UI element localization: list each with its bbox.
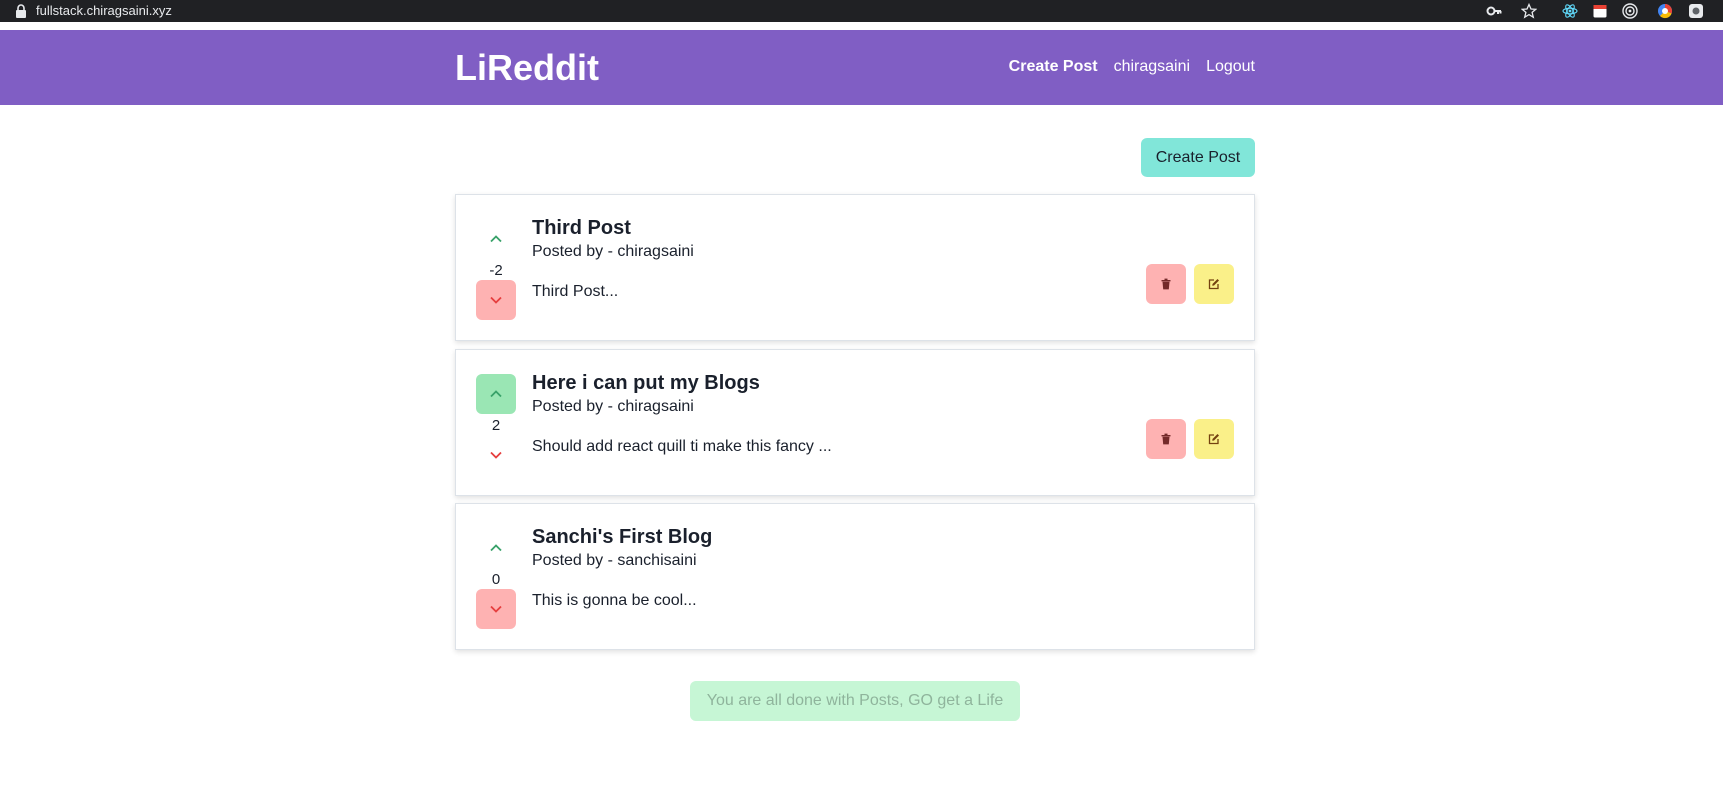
edit-icon xyxy=(1208,279,1219,290)
color-picker-icon[interactable] xyxy=(1657,3,1673,19)
post-author: Posted by - chiragsaini xyxy=(532,398,694,415)
edit-icon xyxy=(1208,434,1219,445)
all-done-button: You are all done with Posts, GO get a Li… xyxy=(690,681,1020,721)
key-icon[interactable] xyxy=(1486,3,1502,19)
chevron-down-icon xyxy=(490,451,502,459)
downvote-button[interactable] xyxy=(476,280,516,320)
navbar: LiReddit Create Post chiragsaini Logout xyxy=(0,30,1723,105)
nav-create-post-link[interactable]: Create Post xyxy=(1009,58,1098,76)
vote-count: 2 xyxy=(491,417,501,434)
chevron-up-icon xyxy=(490,235,502,243)
star-icon[interactable] xyxy=(1521,3,1537,19)
extension-icon[interactable] xyxy=(1688,3,1704,19)
nav-links: Create Post chiragsaini Logout xyxy=(1009,58,1255,76)
downvote-button[interactable] xyxy=(476,589,516,629)
post-title[interactable]: Sanchi's First Blog xyxy=(532,526,712,549)
nav-username[interactable]: chiragsaini xyxy=(1114,58,1190,76)
downvote-button[interactable] xyxy=(476,435,516,475)
edit-post-button[interactable] xyxy=(1194,264,1234,304)
chevron-up-icon xyxy=(490,544,502,552)
target-extension-icon[interactable] xyxy=(1622,3,1638,19)
browser-url-bar: fullstack.chiragsaini.xyz xyxy=(0,0,1723,22)
upvote-button[interactable] xyxy=(476,528,516,568)
post-card: -2 Third Post Posted by - chiragsaini Th… xyxy=(455,194,1255,341)
post-author: Posted by - sanchisaini xyxy=(532,552,697,569)
calendar-extension-icon[interactable] xyxy=(1592,3,1608,19)
upvote-button[interactable] xyxy=(476,374,516,414)
lock-icon xyxy=(16,4,26,18)
post-title[interactable]: Third Post xyxy=(532,217,631,240)
brand-logo[interactable]: LiReddit xyxy=(455,47,599,89)
react-devtools-icon[interactable] xyxy=(1562,3,1578,19)
post-card: 0 Sanchi's First Blog Posted by - sanchi… xyxy=(455,503,1255,650)
post-author: Posted by - chiragsaini xyxy=(532,243,694,260)
delete-post-button[interactable] xyxy=(1146,264,1186,304)
edit-post-button[interactable] xyxy=(1194,419,1234,459)
browser-url[interactable]: fullstack.chiragsaini.xyz xyxy=(36,3,172,18)
post-title[interactable]: Here i can put my Blogs xyxy=(532,372,760,395)
delete-post-button[interactable] xyxy=(1146,419,1186,459)
chevron-down-icon xyxy=(490,296,502,304)
chevron-up-icon xyxy=(490,390,502,398)
post-snippet: Should add react quill ti make this fanc… xyxy=(532,438,832,455)
vote-section: 2 xyxy=(476,374,516,474)
logout-button[interactable]: Logout xyxy=(1206,58,1255,76)
chevron-down-icon xyxy=(490,605,502,613)
vote-section: 0 xyxy=(476,528,516,629)
vote-count: 0 xyxy=(491,571,501,588)
vote-section: -2 xyxy=(476,219,516,320)
upvote-button[interactable] xyxy=(476,219,516,259)
vote-count: -2 xyxy=(489,262,503,279)
create-post-button[interactable]: Create Post xyxy=(1141,138,1255,177)
post-card: 2 Here i can put my Blogs Posted by - ch… xyxy=(455,349,1255,496)
trash-icon xyxy=(1161,278,1171,290)
post-snippet: This is gonna be cool... xyxy=(532,592,697,609)
trash-icon xyxy=(1161,433,1171,445)
post-snippet: Third Post... xyxy=(532,283,619,300)
